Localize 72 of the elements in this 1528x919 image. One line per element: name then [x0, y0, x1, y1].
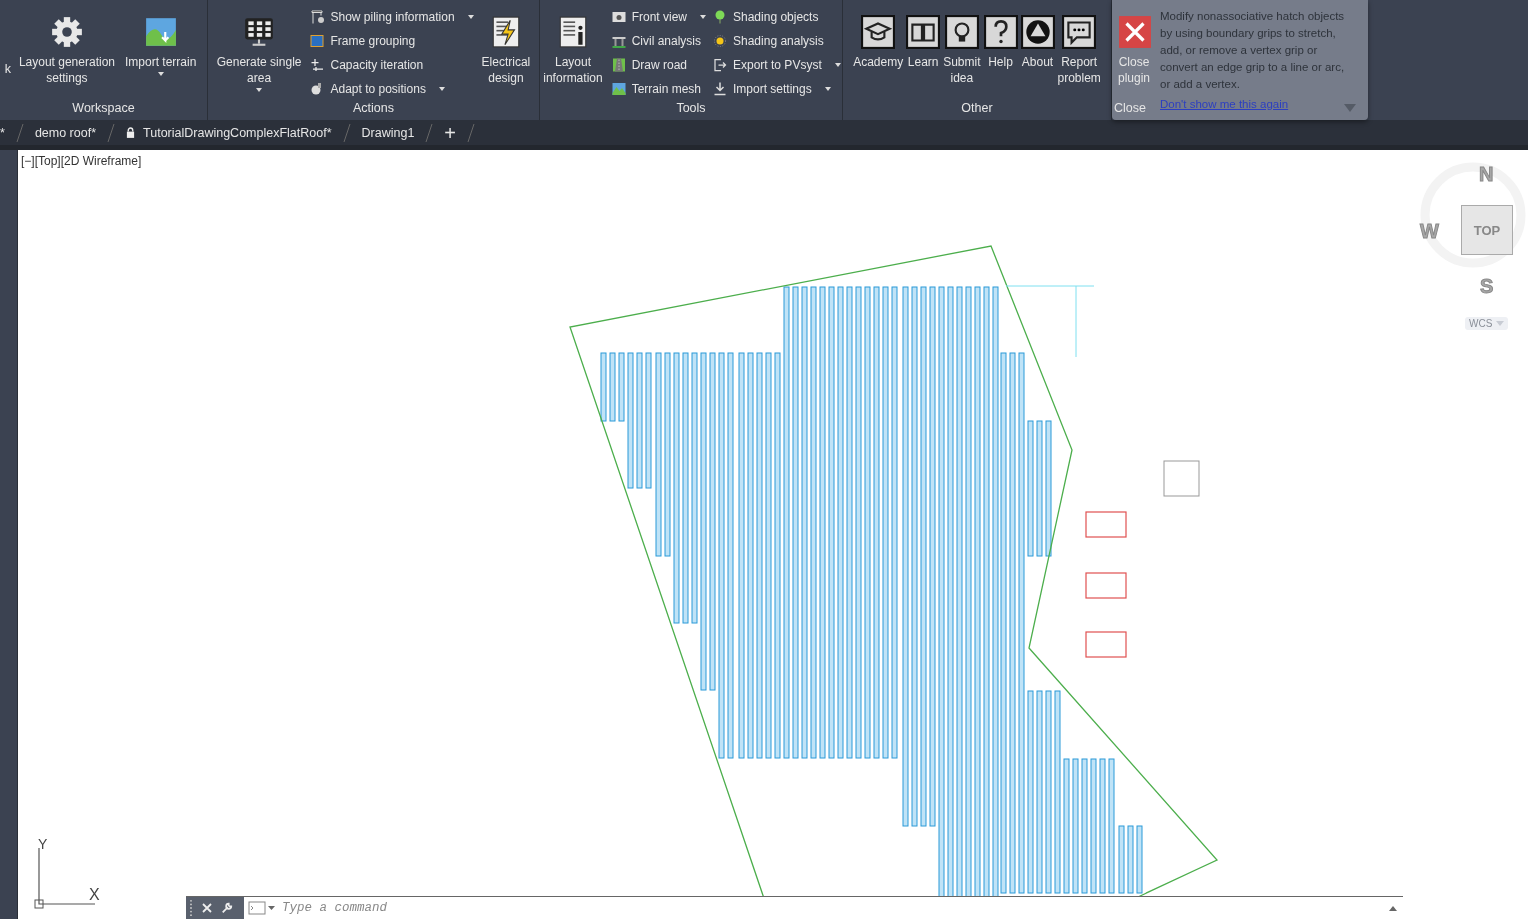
command-history-icon[interactable]	[248, 901, 276, 915]
tab-separator	[14, 122, 25, 143]
ribbon-button[interactable]: Learn	[906, 8, 941, 70]
road-icon	[610, 57, 627, 73]
close-icon	[1118, 15, 1152, 49]
frame-icon	[309, 33, 326, 49]
plus-minus-icon	[309, 57, 326, 73]
viewport-label[interactable]: [−][Top][2D Wireframe]	[21, 154, 142, 168]
new-tab-button[interactable]: +	[434, 122, 467, 143]
panel-title: Workspace	[71, 101, 136, 117]
obstacle-square	[1163, 460, 1200, 497]
ribbon-button[interactable]: Export to PVsyst	[712, 56, 841, 74]
export-icon	[712, 57, 728, 73]
y-axis-label: Y	[38, 836, 48, 852]
ribbon-button[interactable]: Civil analysis	[610, 32, 706, 50]
ribbon-button[interactable]: Report problem	[1057, 8, 1101, 86]
ribbon-button[interactable]: Shading analysis	[712, 32, 841, 50]
ribbon-button[interactable]: Academy	[853, 8, 904, 70]
sun-icon	[712, 33, 728, 49]
ribbon-button[interactable]: Submit idea	[943, 8, 981, 86]
panel-title: Actions	[352, 101, 395, 117]
obstacle-rectangle	[1085, 631, 1127, 658]
landscape-icon	[143, 15, 178, 49]
panel-title: Close	[1114, 101, 1147, 117]
file-tab[interactable]: demo roof*	[24, 125, 107, 140]
close-icon[interactable]	[201, 902, 213, 914]
graduation-cap-icon	[861, 15, 896, 49]
cut-label: k	[4, 62, 11, 76]
ribbon-button[interactable]: Terrain mesh	[610, 80, 706, 98]
question-icon	[983, 15, 1018, 49]
logo-icon	[1020, 15, 1055, 49]
file-tab[interactable]: *	[0, 125, 15, 140]
file-tab[interactable]: TutorialDrawingComplexFlatRoof*	[116, 125, 342, 140]
ribbon-button[interactable]: Capacity iteration	[309, 56, 474, 74]
ribbon-button[interactable]: Shading objects	[712, 8, 841, 26]
tab-separator	[106, 122, 117, 143]
tab-separator	[466, 122, 477, 143]
command-input[interactable]: Type a command	[276, 897, 1389, 919]
ribbon-button[interactable]: Frame grouping	[309, 32, 474, 50]
panel-title: Other	[960, 101, 994, 117]
camera-icon	[610, 9, 627, 25]
ribbon-button[interactable]: Import settings	[712, 80, 841, 98]
chat-bubble-icon	[1062, 15, 1097, 49]
ribbon-button[interactable]: Adapt to positions	[309, 80, 474, 98]
tooltip-text: Modify nonassociative hatch objects by using boundary grips to stretch, add, or remove a vertex grip or convert an edge grip to a line or arc, or add a vertex.	[1160, 9, 1346, 92]
ribbon-button[interactable]: Help	[983, 8, 1018, 70]
wrench-icon[interactable]	[221, 902, 233, 914]
tab-separator	[341, 122, 352, 143]
download-icon	[712, 81, 728, 97]
crane-icon	[309, 9, 326, 25]
ribbon-button[interactable]: Generate single area	[214, 8, 304, 92]
ribbon-button[interactable]: Front view	[610, 8, 706, 26]
ribbon-button[interactable]: About	[1020, 8, 1055, 70]
book-icon	[906, 15, 941, 49]
tab-separator	[424, 122, 435, 143]
file-tab[interactable]: Drawing1	[351, 125, 425, 140]
grip-icon[interactable]	[189, 899, 193, 917]
obstacle-rectangle	[1085, 511, 1127, 538]
ribbon-button[interactable]: Electrical design	[479, 8, 533, 86]
obstacle-rectangle	[1085, 572, 1127, 599]
caret-icon	[1496, 321, 1505, 326]
x-axis-label: X	[89, 886, 100, 904]
ribbon-button[interactable]: Layout information	[541, 8, 605, 86]
ribbon-button[interactable]: Layout generation settings	[16, 8, 117, 86]
light-bulb-icon	[944, 15, 979, 49]
ribbon-button[interactable]: Import terrain	[123, 8, 199, 76]
ribbon-button[interactable]: Show piling information	[309, 8, 474, 26]
terrain-icon	[610, 81, 627, 97]
panel-title: Tools	[675, 101, 707, 117]
expand-up-icon[interactable]	[1389, 905, 1397, 911]
ribbon-button[interactable]: Draw road	[610, 56, 706, 74]
gear-icon	[49, 15, 84, 49]
